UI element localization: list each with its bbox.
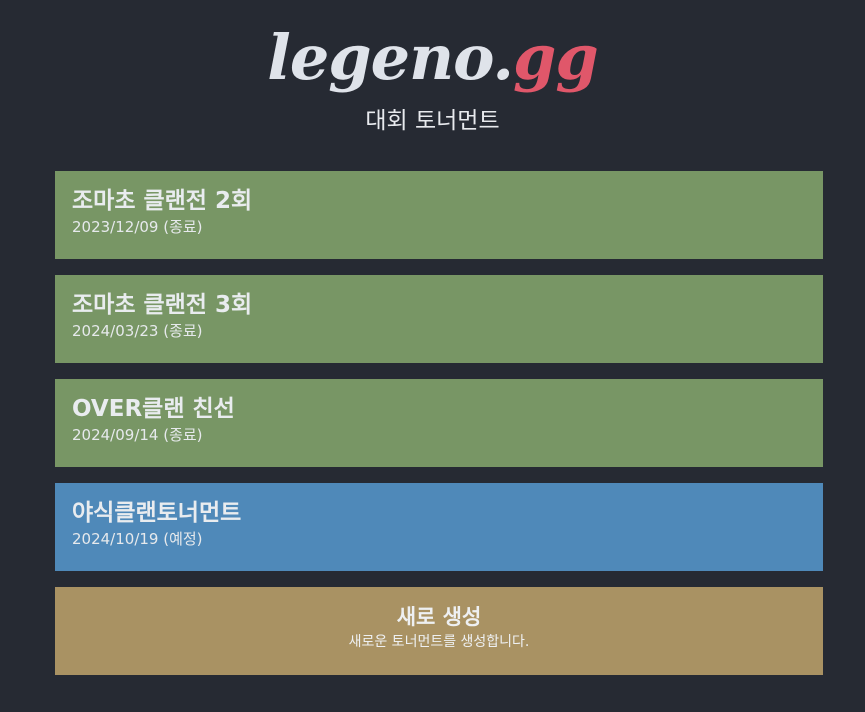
create-tournament-title: 새로 생성 [396, 605, 482, 629]
create-tournament-description: 새로운 토너먼트를 생성합니다. [348, 634, 530, 650]
tournament-title: 야식클랜토너먼트 [72, 500, 242, 526]
tournament-card[interactable]: 조마초 클랜전 2회 2023/12/09 (종료) [55, 171, 823, 259]
tournament-date: 2024/03/23 (종료) [72, 322, 203, 340]
page: legeno.gg 대회 토너먼트 조마초 클랜전 2회 2023/12/09 … [0, 0, 865, 712]
logo-tld: gg [513, 21, 599, 94]
logo-dot: . [492, 21, 514, 94]
tournament-date: 2024/10/19 (예정) [72, 530, 203, 548]
tournament-list: 조마초 클랜전 2회 2023/12/09 (종료) 조마초 클랜전 3회 20… [55, 171, 823, 675]
tournament-card[interactable]: 조마초 클랜전 3회 2024/03/23 (종료) [55, 275, 823, 363]
tournament-card[interactable]: 야식클랜토너먼트 2024/10/19 (예정) [55, 483, 823, 571]
logo-text: legeno [267, 21, 493, 94]
tournament-title: 조마초 클랜전 2회 [72, 188, 253, 214]
tournament-title: 조마초 클랜전 3회 [72, 292, 253, 318]
tournament-title: OVER클랜 친선 [72, 396, 235, 422]
tournament-date: 2023/12/09 (종료) [72, 218, 203, 236]
create-tournament-button[interactable]: 새로 생성 새로운 토너먼트를 생성합니다. [55, 587, 823, 675]
logo[interactable]: legeno.gg [0, 18, 865, 98]
tournament-card[interactable]: OVER클랜 친선 2024/09/14 (종료) [55, 379, 823, 467]
page-subtitle: 대회 토너먼트 [365, 108, 500, 134]
tournament-date: 2024/09/14 (종료) [72, 426, 203, 444]
